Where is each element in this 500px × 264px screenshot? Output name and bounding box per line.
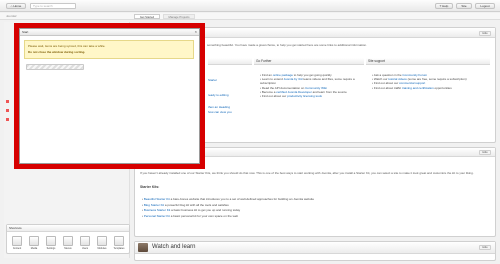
home-button[interactable]: ⌂ Home (6, 3, 26, 9)
sub-header (0, 13, 500, 20)
users-icon (80, 236, 90, 246)
sync-dialog: Start × Please wait, items are being syn… (19, 28, 200, 164)
shortcut-content[interactable]: Content (11, 236, 23, 250)
column-start: Starter ready to editing then an Heading… (208, 58, 252, 138)
progress-bar (26, 64, 84, 70)
media-icon (29, 236, 39, 246)
video-icon (138, 243, 148, 252)
watch-learn-title: Watch and learn (152, 244, 196, 250)
starter-intro: If you haven't already installed one of … (140, 171, 474, 175)
shortcut-users[interactable]: Users (79, 236, 91, 250)
shortcuts-grid: Content Media Settings Menus Users Modul… (7, 232, 129, 250)
dialog-warning-text: Do not close the window during sorting. (28, 50, 86, 54)
hide-button-1[interactable]: Hide (479, 31, 491, 36)
shortcut-templates[interactable]: Templates (113, 236, 125, 250)
dialog-message: Please wait, items are being synced, thi… (28, 44, 106, 48)
list-item: • Find out about traffic training and ce… (372, 85, 452, 90)
settings-icon (46, 236, 56, 246)
logout-button[interactable]: Logout (475, 3, 495, 9)
tab-get-started[interactable]: Get Started (134, 14, 160, 19)
hide-button-2[interactable]: Hide (479, 150, 491, 155)
dialog-warning: Please wait, items are being synced, thi… (24, 40, 194, 59)
list-item: • Find out about our productivity licens… (260, 94, 322, 99)
shortcut-modules[interactable]: Modules (96, 236, 108, 250)
help-button[interactable]: ? Help (435, 3, 453, 9)
search-input[interactable]: Type to search (30, 3, 76, 9)
shortcuts-panel: Shortcuts Content Media Settings Menus U… (6, 224, 130, 254)
sidebar-markers (6, 100, 12, 124)
go-further-title: Go Further (254, 58, 364, 65)
shortcut-menus[interactable]: Menus (62, 236, 74, 250)
sub-header-label: Joomla! (6, 14, 17, 18)
list-item: • Personal Starter Kit a basic personal … (142, 213, 239, 218)
shortcut-media[interactable]: Media (28, 236, 40, 250)
close-icon[interactable]: × (195, 29, 197, 35)
starter-kit-list: • Beautiful Starter Kit a bare-bones web… (142, 197, 482, 219)
intro-text: something beautiful. You have made a gre… (207, 43, 367, 47)
menus-icon (63, 236, 73, 246)
tab-manage-projects[interactable]: Manage Projects (163, 14, 195, 19)
site-support-title: Site support (366, 58, 490, 65)
shortcuts-header: Shortcuts (7, 225, 129, 232)
content-icon (12, 236, 22, 246)
hide-button-3[interactable]: Hide (479, 245, 491, 250)
modules-icon (97, 236, 107, 246)
site-button[interactable]: Site (456, 3, 472, 9)
starter-heading: Starter Kits: (140, 185, 160, 189)
shortcut-settings[interactable]: Settings (45, 236, 57, 250)
dialog-titlebar: Start × (20, 29, 199, 36)
dialog-title: Start (22, 30, 29, 34)
column-site-support: Site support • Ask a question in the Com… (366, 58, 490, 138)
column-go-further: Go Further • Find an online package to h… (254, 58, 364, 138)
list-item: • Learn to extend Joomla by 3rd teams vi… (260, 77, 355, 86)
templates-icon (114, 236, 124, 246)
